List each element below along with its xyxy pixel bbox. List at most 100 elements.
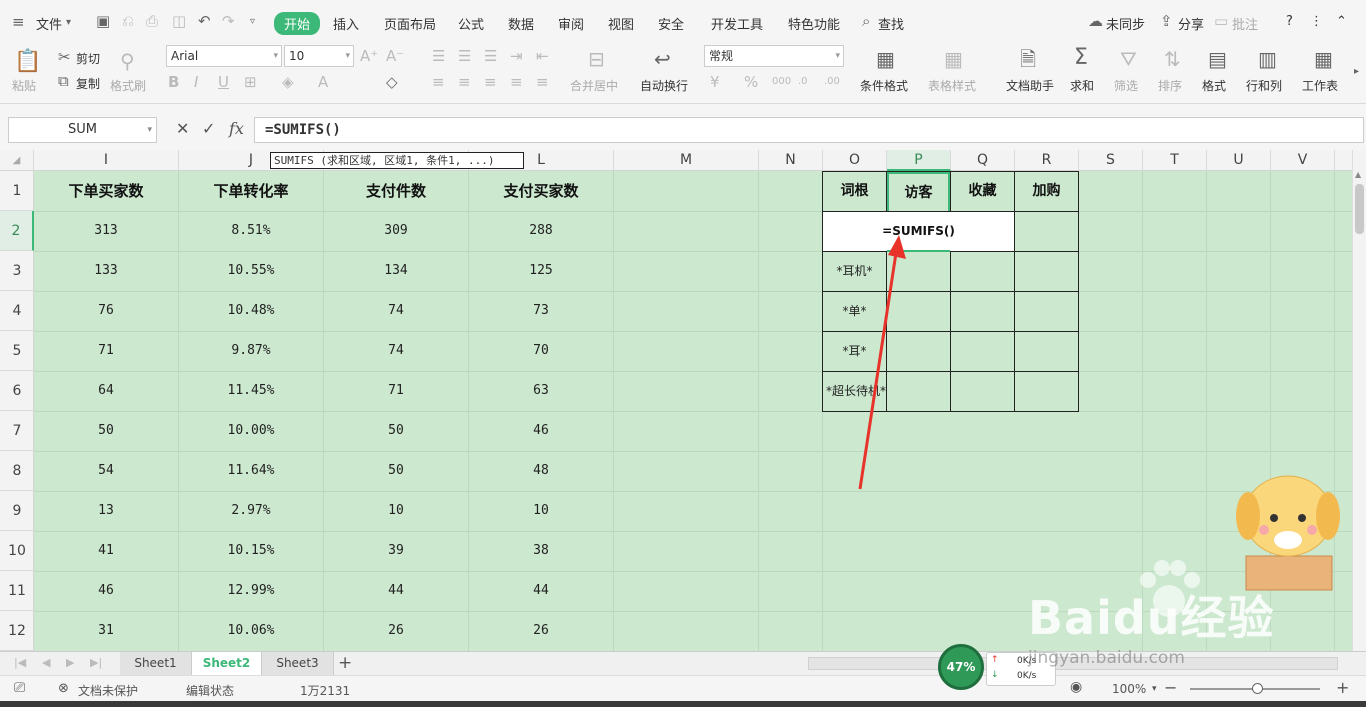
prev-sheet-icon[interactable]: ◀ [42,656,50,669]
comment-button[interactable]: 批注 [1232,14,1258,33]
search-icon[interactable]: ⌕ [862,13,870,29]
brush-icon[interactable]: ⚲ [120,50,135,72]
distribute-icon[interactable]: ≡ [536,74,549,90]
format-painter-button[interactable]: 格式刷 [110,77,146,94]
column-header[interactable]: N [759,150,823,171]
table-cell[interactable]: 46 [469,411,613,451]
column-header[interactable]: S [1079,150,1143,171]
align-bottom-icon[interactable]: ☰ [484,48,497,64]
table-cell[interactable]: 74 [324,291,468,331]
ribbon-scroll-icon[interactable]: ▸ [1354,64,1359,80]
scrollbar-thumb[interactable] [1355,184,1364,234]
row-header[interactable]: 1 [0,171,34,211]
header-cell[interactable]: 下单买家数 [34,171,178,211]
zoom-in-icon[interactable]: + [1336,678,1349,697]
zoom-level[interactable]: 100% [1112,682,1146,696]
worksheet-icon[interactable]: ▦ [1314,48,1333,70]
sheet-tab[interactable]: Sheet3 [262,652,334,675]
cut-button[interactable]: 剪切 [76,50,100,67]
print-preview-icon[interactable]: ◫ [172,13,186,29]
justify-icon[interactable]: ≡ [510,74,523,90]
align-left-icon[interactable]: ≡ [432,74,445,90]
decrease-decimal-icon[interactable]: .00 [824,74,840,90]
format-button[interactable]: 格式 [1202,77,1226,94]
number-format-select[interactable]: 常规 ▾ [704,45,844,67]
conditional-format-button[interactable]: 条件格式 [860,77,908,94]
table-cell[interactable]: 54 [34,451,178,491]
table-cell[interactable]: 8.51% [179,211,323,251]
table-cell[interactable]: 41 [34,531,178,571]
increase-font-icon[interactable]: A⁺ [360,48,378,64]
align-right-icon[interactable]: ≡ [484,74,497,90]
underline-icon[interactable]: U [218,74,229,90]
tab-view[interactable]: 视图 [608,14,634,33]
column-header[interactable]: V [1271,150,1335,171]
table-cell[interactable]: 44 [324,571,468,611]
indent-icon[interactable]: ⇥ [510,48,523,64]
insert-function-icon[interactable]: fx [229,119,244,138]
wrap-text-button[interactable]: 自动换行 [640,77,688,94]
currency-icon[interactable]: ¥ [710,74,720,90]
scissors-icon[interactable]: ✂ [58,49,71,65]
column-header[interactable]: M [614,150,759,171]
vertical-scrollbar[interactable]: ▲ [1352,150,1366,651]
table-cell[interactable]: 73 [469,291,613,331]
fill-color-icon[interactable]: ◈ [282,74,294,90]
table-cell[interactable]: 133 [34,251,178,291]
table-cell[interactable]: 10.48% [179,291,323,331]
menu-file[interactable]: 文件 [36,14,62,33]
align-center-icon[interactable]: ≡ [458,74,471,90]
column-header[interactable]: I [34,150,179,171]
tab-security[interactable]: 安全 [658,14,684,33]
table-cell[interactable]: 63 [469,371,613,411]
sync-button[interactable]: 未同步 [1106,14,1145,33]
column-header[interactable]: Q [951,150,1015,171]
table-style-button[interactable]: 表格样式 [928,77,976,94]
last-sheet-icon[interactable]: ▶| [90,656,102,669]
tab-formula[interactable]: 公式 [458,14,484,33]
table-cell[interactable]: 26 [469,611,613,651]
search-button[interactable]: 查找 [878,14,904,33]
table-cell[interactable]: 74 [324,331,468,371]
cloud-icon[interactable]: ☁ [1088,13,1103,29]
copy-button[interactable]: 复制 [76,75,100,92]
doc-helper-button[interactable]: 文档助手 [1006,77,1054,94]
keyword-header[interactable]: 访客 [887,172,950,211]
table-cell[interactable]: 31 [34,611,178,651]
doc-helper-icon[interactable]: 🗎 [1020,48,1036,70]
zoom-out-icon[interactable]: − [1164,678,1177,697]
table-cell[interactable]: 50 [34,411,178,451]
table-cell[interactable]: 71 [34,331,178,371]
sum-icon[interactable]: Σ [1074,46,1088,70]
paste-icon[interactable]: 📋 [14,50,41,74]
column-header[interactable]: T [1143,150,1207,171]
align-top-icon[interactable]: ☰ [432,48,445,64]
italic-icon[interactable]: I [194,74,198,90]
bold-icon[interactable]: B [168,74,179,90]
eye-protect-icon[interactable]: ◉ [1070,679,1082,695]
table-cell[interactable]: 64 [34,371,178,411]
table-cell[interactable]: 48 [469,451,613,491]
add-sheet-icon[interactable]: + [338,653,352,673]
eraser-icon[interactable]: ◇ [386,74,398,90]
name-box[interactable]: SUM ▾ [8,117,157,143]
table-cell[interactable]: 134 [324,251,468,291]
row-header[interactable]: 11 [0,571,34,611]
border-icon[interactable]: ⊞ [244,74,257,90]
paste-button[interactable]: 粘贴 [12,77,36,94]
zoom-dropdown-icon[interactable]: ▾ [1152,684,1157,694]
table-cell[interactable]: 11.64% [179,451,323,491]
worksheet-button[interactable]: 工作表 [1302,77,1338,94]
tab-data[interactable]: 数据 [508,14,534,33]
header-cell[interactable]: 下单转化率 [179,171,323,211]
cell-grid[interactable]: 下单买家数 下单转化率 支付件数 支付买家数 313 8.51% 309 288… [34,171,1352,651]
table-cell[interactable]: 11.45% [179,371,323,411]
table-cell[interactable]: 10.55% [179,251,323,291]
row-col-icon[interactable]: ▥ [1258,48,1277,70]
memory-usage-badge[interactable]: 47% [938,644,984,690]
table-cell[interactable]: 44 [469,571,613,611]
row-header[interactable]: 10 [0,531,34,571]
tab-special[interactable]: 特色功能 [788,14,840,33]
tab-review[interactable]: 审阅 [558,14,584,33]
comment-icon[interactable]: ▭ [1214,13,1228,29]
